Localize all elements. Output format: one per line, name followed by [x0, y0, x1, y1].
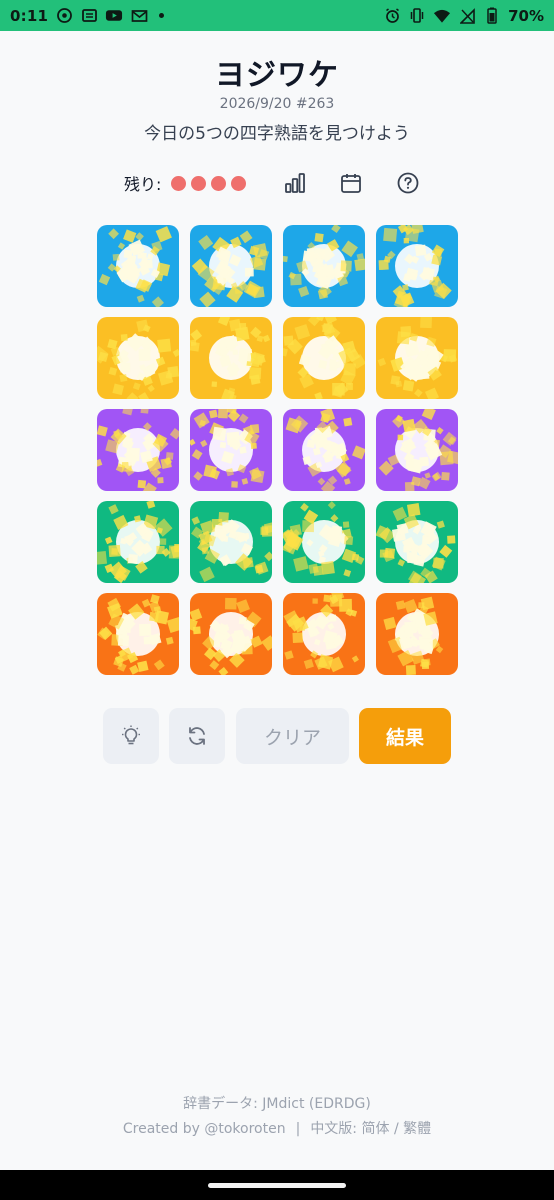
sparkle-effect [190, 597, 272, 675]
sparkle-effect [98, 226, 172, 307]
sparkle-effect [191, 511, 272, 583]
letter-tile[interactable] [283, 409, 365, 491]
puzzle-date-number: 2026/9/20 #263 [219, 96, 335, 112]
letter-tile[interactable] [190, 225, 272, 307]
sparkle-effect [190, 409, 265, 488]
sparkle-effect [191, 230, 270, 307]
status-bar: 0:11 70% [0, 0, 554, 31]
letter-tile[interactable] [376, 409, 458, 491]
sparkle-effect [376, 503, 456, 583]
sparkle-effect [283, 317, 365, 399]
app-title: ヨジワケ [215, 58, 339, 93]
alarm-icon [383, 7, 401, 25]
shuffle-button[interactable] [169, 708, 225, 764]
sparkle-effect [97, 594, 179, 675]
lightbulb-icon [122, 725, 140, 745]
battery-percent: 70% [508, 6, 544, 25]
calendar-icon[interactable] [337, 169, 365, 197]
no-sim-icon [458, 7, 476, 25]
sparkle-effect [378, 225, 452, 307]
status-time: 0:11 [10, 6, 49, 25]
sparkle-effect [190, 317, 271, 399]
sparkle-effect [97, 319, 179, 399]
youtube-icon [105, 7, 123, 25]
letter-tile[interactable] [190, 593, 272, 675]
sparkle-effect [283, 501, 365, 577]
vibrate-icon [408, 7, 426, 25]
hint-button[interactable] [103, 708, 159, 764]
result-button[interactable]: 結果 [359, 708, 451, 764]
letter-tile[interactable] [376, 593, 458, 675]
lives-indicator: 残り: [124, 168, 251, 198]
slash-separator: / [393, 1121, 399, 1137]
dot-icon [159, 13, 165, 18]
lives-dots [171, 175, 251, 191]
simplified-chinese-link[interactable]: 简体 [361, 1121, 389, 1137]
life-dot [231, 175, 247, 191]
refresh-icon [189, 727, 205, 745]
letter-tile[interactable] [97, 501, 179, 583]
sparkle-effect [97, 409, 179, 491]
lives-label: 残り: [124, 175, 162, 194]
wifi-icon [433, 7, 451, 25]
life-dot [191, 175, 207, 191]
letter-tile[interactable] [283, 317, 365, 399]
sparkle-effect [97, 501, 179, 583]
sparkle-effect [283, 225, 365, 300]
sparkle-effect [378, 409, 458, 491]
author-link[interactable]: Created by @tokoroten [123, 1121, 286, 1137]
traditional-chinese-link[interactable]: 繁體 [403, 1121, 431, 1137]
life-dot [171, 175, 187, 191]
letter-tile[interactable] [190, 317, 272, 399]
help-icon[interactable] [394, 169, 422, 197]
letter-tile[interactable] [283, 225, 365, 307]
letter-tile[interactable] [97, 225, 179, 307]
chinese-version-label: 中文版: [310, 1121, 358, 1137]
letter-tile[interactable] [97, 593, 179, 675]
tile-grid [97, 225, 458, 675]
app-screen: 0:11 70% ヨジワケ 2026/9/20 #263 今日の5つの四字熟語を… [0, 0, 554, 1200]
dictionary-credit: 辞書データ: JMdict (EDRDG) [183, 1096, 371, 1112]
mail-icon [130, 7, 148, 25]
sparkle-effect [285, 409, 365, 491]
instruction-text: 今日の5つの四字熟語を見つけよう [144, 124, 410, 144]
sparkle-effect [283, 593, 359, 673]
life-dot [211, 175, 227, 191]
news-icon [80, 7, 98, 25]
letter-tile[interactable] [190, 409, 272, 491]
sparkle-effect [383, 596, 444, 675]
sparkle-effect [377, 317, 458, 399]
letter-tile[interactable] [97, 409, 179, 491]
letter-tile[interactable] [190, 501, 272, 583]
home-gesture-handle[interactable] [208, 1183, 346, 1188]
letter-tile[interactable] [283, 593, 365, 675]
footer-separator: | [295, 1121, 301, 1137]
footer-credits: Created by @tokoroten | 中文版: 简体 / 繁體 [0, 1118, 554, 1138]
letter-tile[interactable] [376, 501, 458, 583]
letter-tile[interactable] [376, 317, 458, 399]
whatsapp-icon [55, 7, 73, 25]
stats-icon[interactable] [281, 169, 309, 197]
letter-tile[interactable] [97, 317, 179, 399]
clear-button[interactable]: クリア [236, 708, 349, 764]
letter-tile[interactable] [283, 501, 365, 583]
battery-icon [483, 7, 501, 25]
letter-tile[interactable] [376, 225, 458, 307]
